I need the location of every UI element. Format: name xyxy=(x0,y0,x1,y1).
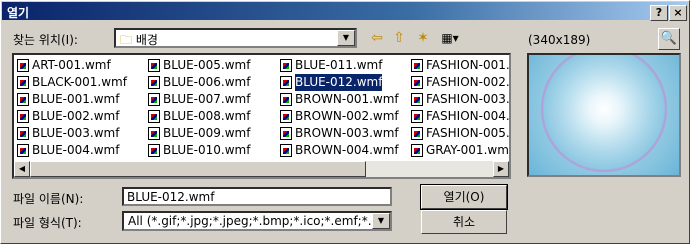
close-button[interactable]: × xyxy=(669,5,687,21)
file-column-3: BLUE-011.wmf BLUE-012.wmf BROWN-001.wmf … xyxy=(280,57,399,159)
preview-size-label: (340x189) xyxy=(528,33,591,47)
lookin-dropdown[interactable]: 🗀 배경 ▼ xyxy=(114,28,357,48)
list-item-selected[interactable]: BLUE-012.wmf xyxy=(280,73,399,92)
wmf-file-icon xyxy=(148,110,160,123)
wmf-file-icon xyxy=(148,127,160,140)
wmf-file-icon xyxy=(148,76,160,89)
wmf-file-icon xyxy=(280,59,292,72)
list-item[interactable]: BROWN-003.wmf xyxy=(280,125,399,142)
wmf-file-icon xyxy=(148,59,160,72)
scroll-right-icon[interactable]: ▶ xyxy=(493,161,509,177)
file-column-1: ART-001.wmf BLACK-001.wmf BLUE-001.wmf B… xyxy=(17,57,127,159)
list-item[interactable]: ART-001.wmf xyxy=(17,57,127,74)
list-item[interactable]: BLUE-011.wmf xyxy=(280,57,399,74)
scroll-thumb[interactable] xyxy=(30,161,366,177)
list-item[interactable]: BLUE-008.wmf xyxy=(148,108,250,125)
wmf-file-icon xyxy=(17,127,29,140)
list-item[interactable]: BROWN-001.wmf xyxy=(280,91,399,108)
list-item[interactable]: FASHION-001.wmf xyxy=(411,57,509,74)
horizontal-scrollbar[interactable]: ◀ ▶ xyxy=(14,161,509,177)
file-list[interactable]: ART-001.wmf BLACK-001.wmf BLUE-001.wmf B… xyxy=(12,53,511,179)
list-item[interactable]: FASHION-005.wmf xyxy=(411,125,509,142)
wmf-file-icon xyxy=(17,144,29,157)
list-item[interactable]: BLUE-003.wmf xyxy=(17,125,127,142)
file-column-4: FASHION-001.wmf FASHION-002.wmf FASHION-… xyxy=(411,57,509,159)
file-column-2: BLUE-005.wmf BLUE-006.wmf BLUE-007.wmf B… xyxy=(148,57,250,159)
wmf-file-icon xyxy=(411,93,423,106)
filename-input[interactable]: BLUE-012.wmf xyxy=(122,187,392,206)
title-bar[interactable]: 열기 ? × xyxy=(2,2,688,21)
filetype-label: 파일 형식(T): xyxy=(13,216,82,230)
list-item[interactable]: FASHION-003.wmf xyxy=(411,91,509,108)
lookin-label: 찾는 위치(I): xyxy=(13,33,78,47)
open-dialog: 열기 ? × 찾는 위치(I): 🗀 배경 ▼ ⇦ ⇧ ✶ ▦▾ (340x18… xyxy=(0,0,690,244)
wmf-file-icon xyxy=(411,144,423,157)
up-folder-icon[interactable]: ⇧ xyxy=(389,28,409,48)
wmf-file-icon xyxy=(148,93,160,106)
wmf-file-icon xyxy=(17,93,29,106)
wmf-file-icon xyxy=(280,144,292,157)
list-item[interactable]: FASHION-002.wmf xyxy=(411,74,509,91)
wmf-file-icon xyxy=(148,144,160,157)
filename-value: BLUE-012.wmf xyxy=(127,190,215,204)
list-item[interactable]: BLUE-001.wmf xyxy=(17,91,127,108)
list-item[interactable]: BROWN-002.wmf xyxy=(280,108,399,125)
list-item[interactable]: BLUE-005.wmf xyxy=(148,57,250,74)
cancel-button[interactable]: 취소 xyxy=(421,210,507,234)
back-icon[interactable]: ⇦ xyxy=(367,28,387,48)
chevron-down-icon[interactable]: ▼ xyxy=(337,30,355,46)
list-item[interactable]: BLUE-004.wmf xyxy=(17,142,127,159)
folder-icon: 🗀 xyxy=(120,33,133,47)
list-item[interactable]: BLUE-006.wmf xyxy=(148,74,250,91)
list-item[interactable]: BLUE-007.wmf xyxy=(148,91,250,108)
list-item[interactable]: BROWN-004.wmf xyxy=(280,142,399,159)
filename-label: 파일 이름(N): xyxy=(13,192,84,206)
new-folder-icon[interactable]: ✶ xyxy=(413,28,433,48)
view-menu-icon[interactable]: ▦▾ xyxy=(437,28,463,48)
wmf-file-icon xyxy=(280,76,292,89)
wmf-file-icon xyxy=(17,110,29,123)
lookin-text: 배경 xyxy=(135,33,158,47)
list-item[interactable]: FASHION-004.wmf xyxy=(411,108,509,125)
list-item[interactable]: BLUE-009.wmf xyxy=(148,125,250,142)
image-preview xyxy=(527,53,681,177)
wmf-file-icon xyxy=(280,127,292,140)
wmf-file-icon xyxy=(411,76,423,89)
preview-toggle-icon[interactable]: 🔍 xyxy=(658,28,680,50)
list-item[interactable]: BLACK-001.wmf xyxy=(17,74,127,91)
wmf-file-icon xyxy=(17,59,29,72)
list-item[interactable]: GRAY-001.wmf xyxy=(411,142,509,159)
filetype-dropdown[interactable]: All (*.gif;*.jpg;*.jpeg;*.bmp;*.ico;*.em… xyxy=(122,211,392,231)
filetype-value: All (*.gif;*.jpg;*.jpeg;*.bmp;*.ico;*.em… xyxy=(128,214,372,228)
list-item[interactable]: BLUE-002.wmf xyxy=(17,108,127,125)
wmf-file-icon xyxy=(17,76,29,89)
chevron-down-icon[interactable]: ▼ xyxy=(372,213,390,229)
wmf-file-icon xyxy=(280,93,292,106)
open-button[interactable]: 열기(O) xyxy=(420,184,508,210)
window-title: 열기 xyxy=(7,6,30,20)
wmf-file-icon xyxy=(411,59,423,72)
wmf-file-icon xyxy=(280,110,292,123)
wmf-file-icon xyxy=(411,110,423,123)
wmf-file-icon xyxy=(411,127,423,140)
help-button[interactable]: ? xyxy=(650,5,668,21)
lookin-value: 🗀 배경 xyxy=(120,31,158,52)
scroll-left-icon[interactable]: ◀ xyxy=(14,161,30,177)
list-item[interactable]: BLUE-010.wmf xyxy=(148,142,250,159)
